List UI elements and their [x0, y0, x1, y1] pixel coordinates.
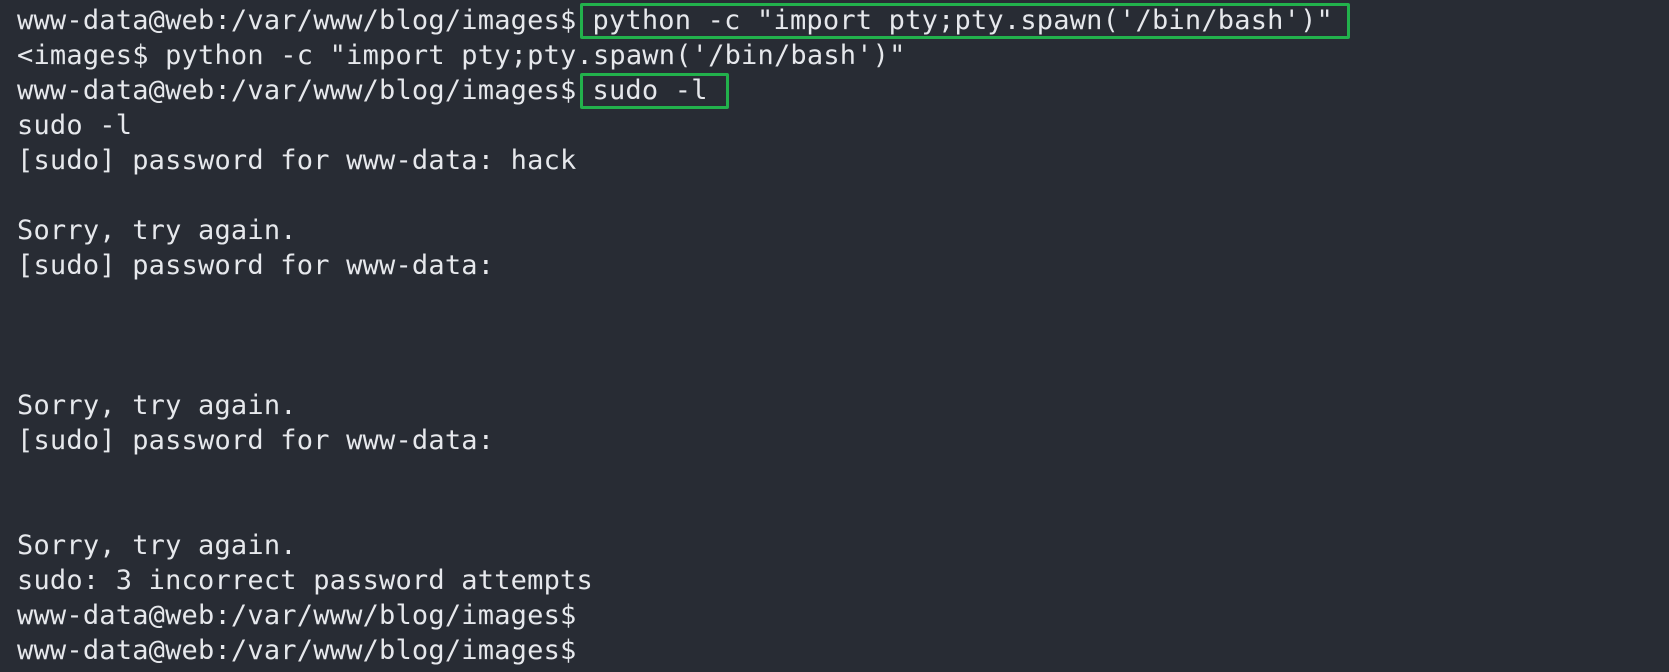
terminal-line-sorry-try-again: Sorry, try again. — [17, 530, 297, 561]
shell-prompt: www-data@web:/var/www/blog/images$ — [17, 75, 577, 106]
terminal-line-shell-prompt: www-data@web:/var/www/blog/images$ — [17, 600, 577, 631]
highlighted-python-pty-command: python -c "import pty;pty.spawn('/bin/ba… — [580, 3, 1350, 39]
terminal-line-sudo-password-prompt: [sudo] password for www-data: hack — [17, 145, 577, 176]
terminal-top-edge — [0, 0, 1669, 2]
terminal-line-sorry-try-again: Sorry, try again. — [17, 215, 297, 246]
terminal-line-sudo-password-prompt: [sudo] password for www-data: — [17, 425, 495, 456]
terminal-line-prompt-with-python-command: www-data@web:/var/www/blog/images$ python… — [17, 3, 1350, 39]
terminal-line-echoed-sudo-command: sudo -l — [17, 110, 133, 141]
terminal-line-sudo-password-prompt: [sudo] password for www-data: — [17, 250, 495, 281]
terminal-line-sudo-failure: sudo: 3 incorrect password attempts — [17, 565, 593, 596]
shell-prompt: www-data@web:/var/www/blog/images$ — [17, 5, 577, 36]
terminal-line-sorry-try-again: Sorry, try again. — [17, 390, 297, 421]
terminal-window[interactable]: www-data@web:/var/www/blog/images$ python… — [0, 0, 1669, 672]
terminal-line-echoed-python-command: <images$ python -c "import pty;pty.spawn… — [17, 40, 906, 71]
terminal-line-current-shell-prompt[interactable]: www-data@web:/var/www/blog/images$ — [17, 633, 1350, 668]
highlighted-sudo-command: sudo -l — [580, 73, 729, 109]
terminal-output: www-data@web:/var/www/blog/images$ python… — [17, 3, 1350, 668]
terminal-line-prompt-with-sudo-command: www-data@web:/var/www/blog/images$ sudo -… — [17, 73, 1350, 109]
